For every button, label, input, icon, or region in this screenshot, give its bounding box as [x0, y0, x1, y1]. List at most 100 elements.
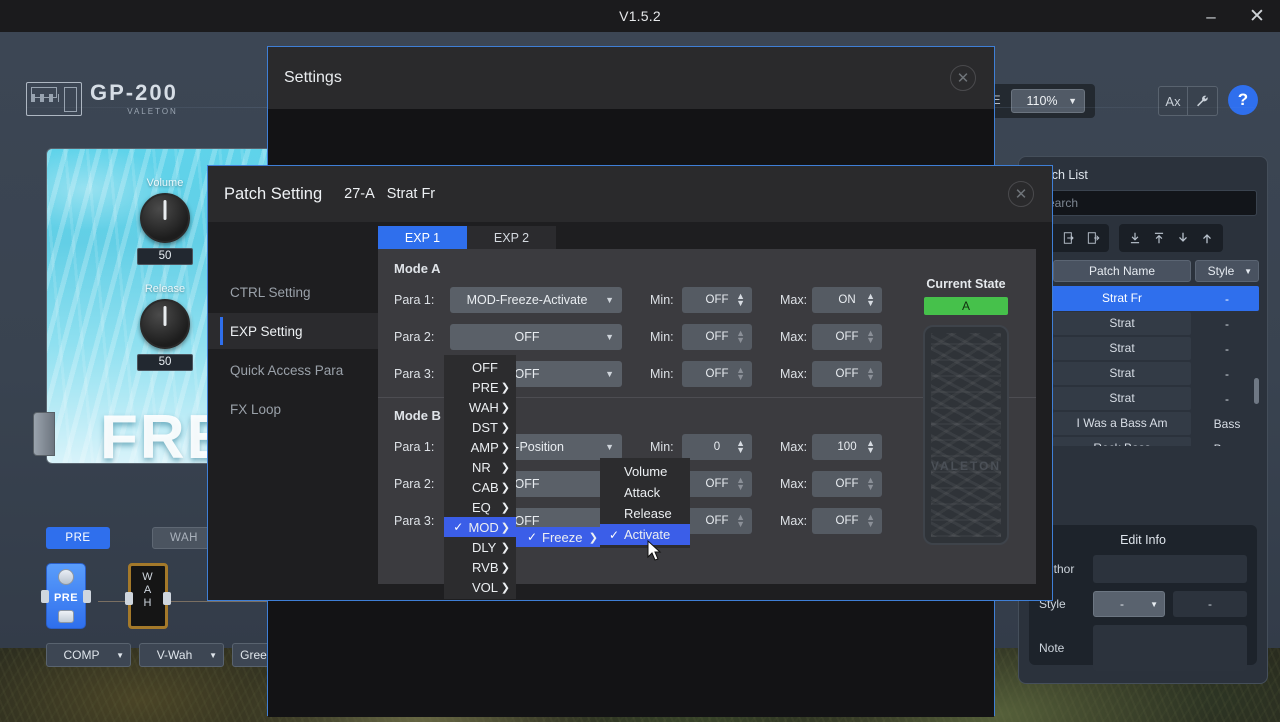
knob-volume[interactable] — [140, 193, 190, 243]
download-all-icon[interactable] — [1125, 228, 1145, 248]
minimize-button[interactable]: – — [1188, 0, 1234, 32]
patch-list-row[interactable]: CRock BassBass — [1027, 436, 1259, 446]
stepper-arrows-icon[interactable]: ▲ ▼ — [866, 366, 875, 382]
mode-a-min-stepper[interactable]: OFF ▲ ▼ — [682, 287, 752, 313]
tab-exp-2[interactable]: EXP 2 — [467, 226, 556, 249]
patch-list-row[interactable]: DI Was a Bass AmBass — [1027, 411, 1259, 436]
patch-list-row[interactable]: AStrat Fr- — [1027, 286, 1259, 311]
mode-b-min-stepper[interactable]: 0 ▲ ▼ — [682, 434, 752, 460]
stepper-arrows-icon[interactable]: ▲ ▼ — [736, 329, 745, 345]
mode-a-para-select[interactable]: MOD-Freeze-Activate ▼ — [450, 287, 622, 313]
mode-a-max-value: ON — [838, 294, 856, 306]
menu-l1-item-amp[interactable]: AMP ❯ — [444, 437, 516, 457]
patch-row-style: - — [1225, 291, 1229, 306]
stepper-arrows-icon[interactable]: ▲ ▼ — [736, 476, 745, 492]
chain-pedal-pre[interactable]: PRE — [41, 563, 91, 629]
menu-l2-item-freeze[interactable]: ✓ Freeze ❯ — [516, 527, 604, 547]
menu-l3-item-activate[interactable]: ✓ Activate — [600, 524, 690, 545]
chevron-down-icon: ▼ — [209, 650, 217, 660]
menu-l1-item-nr[interactable]: NR ❯ — [444, 457, 516, 477]
upload-all-icon[interactable] — [1149, 228, 1169, 248]
note-field[interactable] — [1093, 625, 1247, 671]
menu-l1-item-off[interactable]: OFF — [444, 357, 516, 377]
menu-item-label: VOL — [472, 579, 499, 595]
stepper-arrows-icon[interactable]: ▲ ▼ — [736, 439, 745, 455]
stepper-arrows-icon[interactable]: ▲ ▼ — [736, 292, 745, 308]
patch-list-row[interactable]: AStrat- — [1027, 386, 1259, 411]
context-menu-level3[interactable]: Volume Attack Release ✓ Activate — [600, 458, 690, 548]
sidebar-item-ctrl-setting[interactable]: CTRL Setting — [208, 274, 378, 310]
mode-a-para-select[interactable]: OFF ▼ — [450, 324, 622, 350]
help-button[interactable]: ? — [1228, 85, 1258, 115]
style-select[interactable]: - ▼ — [1093, 591, 1165, 617]
sidebar-item-quick-access-para[interactable]: Quick Access Para — [208, 352, 378, 388]
mode-a-min-stepper[interactable]: OFF ▲ ▼ — [682, 361, 752, 387]
tab-exp-1[interactable]: EXP 1 — [378, 226, 467, 249]
import-icon[interactable] — [1059, 228, 1079, 248]
patch-list-rows[interactable]: AStrat Fr-DStrat-CStrat-BStrat-AStrat-DI… — [1027, 286, 1259, 446]
mode-b-min-stepper[interactable]: OFF ▲ ▼ — [682, 508, 752, 534]
author-field[interactable] — [1093, 555, 1247, 583]
stepper-arrows-icon[interactable]: ▲ ▼ — [736, 513, 745, 529]
menu-l1-item-mod[interactable]: ✓ MOD ❯ — [444, 517, 516, 537]
settings-wrench-button[interactable] — [1188, 86, 1218, 116]
context-menu-level2[interactable]: ✓ Freeze ❯ — [516, 527, 604, 547]
stepper-arrows-icon[interactable]: ▲ ▼ — [866, 476, 875, 492]
menu-l1-item-dly[interactable]: DLY ❯ — [444, 537, 516, 557]
mode-b-para-label: Para 3: — [394, 514, 435, 528]
menu-l1-item-vol[interactable]: VOL ❯ — [444, 577, 516, 597]
menu-l1-item-dst[interactable]: DST ❯ — [444, 417, 516, 437]
patch-search-input[interactable]: Search — [1029, 190, 1257, 216]
mode-b-max-stepper[interactable]: OFF ▲ ▼ — [812, 508, 882, 534]
menu-item-label: OFF — [472, 359, 498, 375]
column-header-style[interactable]: Style ▼ — [1195, 260, 1259, 282]
export-icon[interactable] — [1083, 228, 1103, 248]
mode-a-max-stepper[interactable]: OFF ▲ ▼ — [812, 324, 882, 350]
style-secondary-value: - — [1173, 591, 1247, 617]
close-button[interactable]: ✕ — [1234, 0, 1280, 32]
upload-icon[interactable] — [1197, 228, 1217, 248]
settings-close-button[interactable]: ✕ — [950, 65, 976, 91]
chain-select-wah[interactable]: V-Wah ▼ — [139, 643, 224, 667]
stepper-arrows-icon[interactable]: ▲ ▼ — [866, 513, 875, 529]
menu-l3-item-release[interactable]: Release — [600, 503, 690, 524]
mode-a-max-value: OFF — [835, 368, 859, 380]
patch-setting-close-button[interactable]: ✕ — [1008, 181, 1034, 207]
mode-b-min-stepper[interactable]: OFF ▲ ▼ — [682, 471, 752, 497]
patch-list-scrollbar[interactable] — [1254, 378, 1259, 404]
view-size-select[interactable]: 110% ▼ — [1011, 89, 1085, 113]
stepper-arrows-icon[interactable]: ▲ ▼ — [736, 366, 745, 382]
column-header-patch-name[interactable]: Patch Name — [1053, 260, 1191, 282]
chain-select-comp[interactable]: COMP ▼ — [46, 643, 131, 667]
sidebar-item-fx-loop[interactable]: FX Loop — [208, 391, 378, 427]
menu-l1-item-cab[interactable]: CAB ❯ — [444, 477, 516, 497]
mode-b-max-stepper[interactable]: OFF ▲ ▼ — [812, 471, 882, 497]
mode-a-max-stepper[interactable]: ON ▲ ▼ — [812, 287, 882, 313]
menu-l1-item-rvb[interactable]: RVB ❯ — [444, 557, 516, 577]
download-icon[interactable] — [1173, 228, 1193, 248]
mode-a-min-stepper[interactable]: OFF ▲ ▼ — [682, 324, 752, 350]
patch-list-row[interactable]: DStrat- — [1027, 311, 1259, 336]
mode-b-max-value: 100 — [837, 441, 857, 453]
chain-block-tab-pre[interactable]: PRE — [46, 527, 110, 549]
chain-pedal-wah[interactable]: WAH — [125, 563, 171, 629]
knob-release[interactable] — [140, 299, 190, 349]
patch-list-row[interactable]: CStrat- — [1027, 336, 1259, 361]
menu-l1-item-eq[interactable]: EQ ❯ — [444, 497, 516, 517]
stepper-arrows-icon[interactable]: ▲ ▼ — [866, 292, 875, 308]
menu-l1-item-wah[interactable]: WAH ❯ — [444, 397, 516, 417]
patch-row-name: Rock Bass — [1053, 437, 1191, 446]
menu-l3-item-volume[interactable]: Volume — [600, 461, 690, 482]
stepper-arrows-icon[interactable]: ▲ ▼ — [866, 329, 875, 345]
mode-b-max-stepper[interactable]: 100 ▲ ▼ — [812, 434, 882, 460]
context-menu-level1[interactable]: OFF PRE ❯ WAH ❯ DST ❯ AMP ❯ NR ❯ CAB ❯ EQ ❯ ✓ MOD ❯ DLY ❯ RV… — [444, 355, 516, 599]
menu-l1-item-pre[interactable]: PRE ❯ — [444, 377, 516, 397]
mode-a-max-stepper[interactable]: OFF ▲ ▼ — [812, 361, 882, 387]
language-button[interactable]: Aх — [1158, 86, 1188, 116]
patch-list-row[interactable]: BStrat- — [1027, 361, 1259, 386]
stepper-arrows-icon[interactable]: ▲ ▼ — [866, 439, 875, 455]
sidebar-item-exp-setting[interactable]: EXP Setting — [208, 313, 378, 349]
expression-pedal-graphic[interactable]: VALETON — [923, 325, 1009, 545]
menu-l3-item-attack[interactable]: Attack — [600, 482, 690, 503]
chain-select-wah-value: V-Wah — [156, 648, 193, 662]
